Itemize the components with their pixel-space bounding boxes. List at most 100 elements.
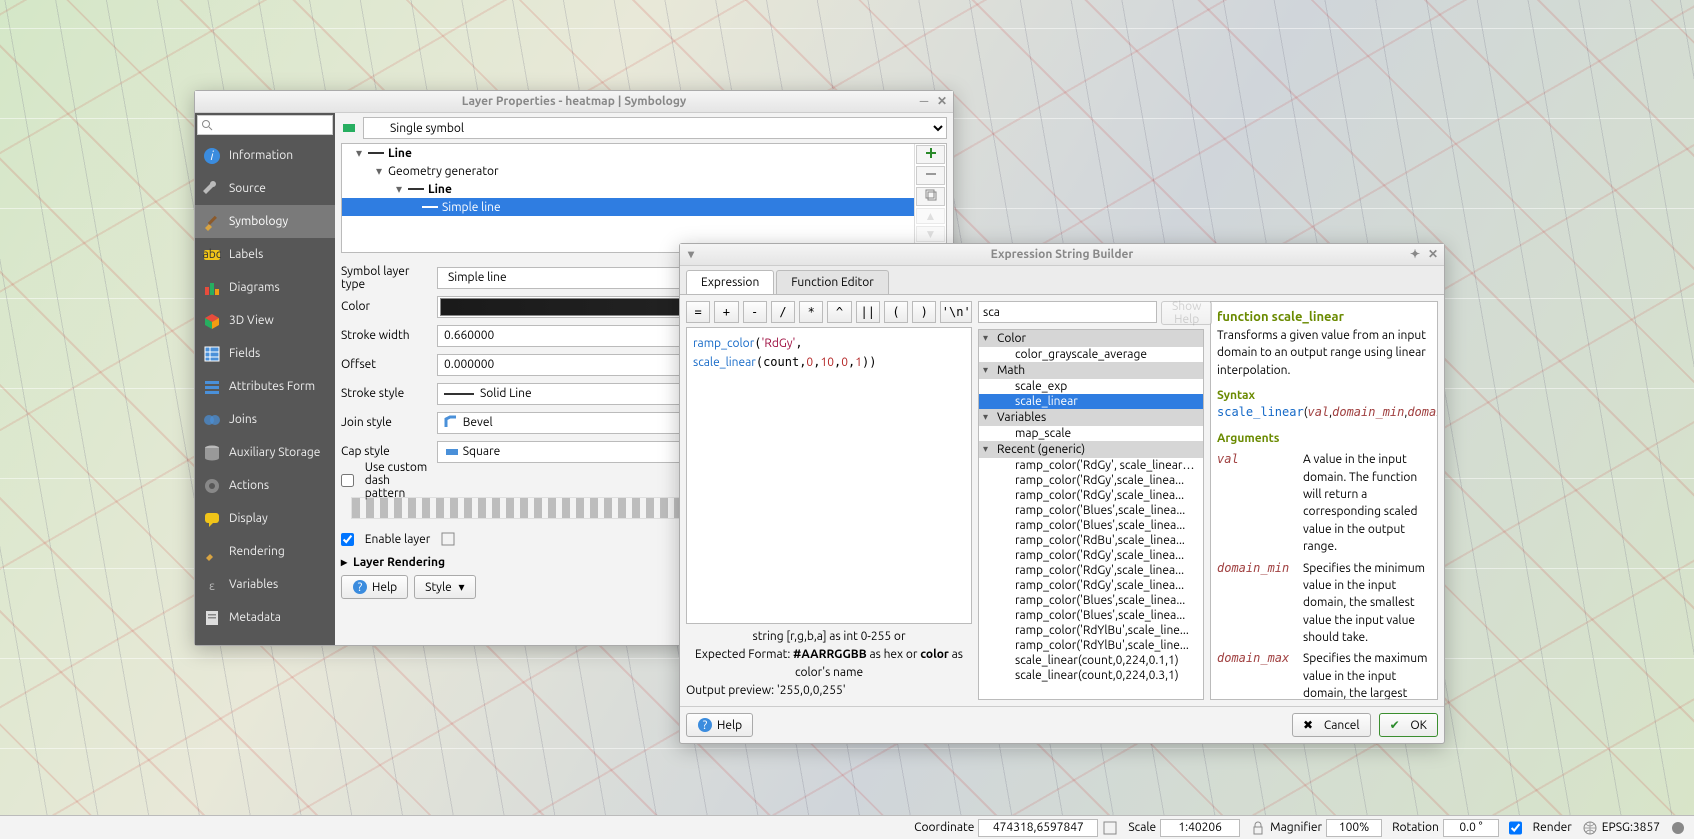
- scale-label: Scale: [1128, 821, 1156, 834]
- remove-symbol-button[interactable]: [916, 166, 945, 185]
- sidebar-item-3d-view[interactable]: 3D View: [195, 304, 335, 337]
- sidebar-item-labels[interactable]: abcLabels: [195, 238, 335, 271]
- rotation-input[interactable]: [1443, 819, 1499, 837]
- crs-label[interactable]: EPSG:3857: [1602, 821, 1660, 834]
- function-item[interactable]: ramp_color('RdGy',scale_linea...: [979, 578, 1203, 593]
- sidebar-item-attributes-form[interactable]: Attributes Form: [195, 370, 335, 403]
- op-newline[interactable]: '\n': [940, 301, 972, 323]
- layer-properties-titlebar[interactable]: Layer Properties - heatmap | Symbology ─…: [195, 91, 953, 113]
- joins-icon: [203, 411, 221, 429]
- messages-icon[interactable]: [1670, 820, 1686, 836]
- op-minus[interactable]: -: [743, 301, 767, 323]
- function-item[interactable]: scale_linear(count,0,224,0.1,1): [979, 653, 1203, 668]
- function-item[interactable]: ramp_color('RdGy',scale_linea...: [979, 488, 1203, 503]
- op-equals[interactable]: =: [686, 301, 710, 323]
- pin-icon[interactable]: ▾: [684, 247, 698, 261]
- restore-icon[interactable]: ✦: [1408, 247, 1422, 261]
- function-item[interactable]: ramp_color('RdGy',scale_linea...: [979, 473, 1203, 488]
- extents-icon[interactable]: [1102, 820, 1118, 836]
- coord-input[interactable]: [978, 819, 1098, 837]
- tab-function-editor[interactable]: Function Editor: [776, 270, 889, 294]
- function-item[interactable]: ramp_color('RdYlBu',scale_line...: [979, 623, 1203, 638]
- function-item[interactable]: ramp_color('RdGy',scale_linea...: [979, 563, 1203, 578]
- function-item[interactable]: ramp_color('Blues',scale_linea...: [979, 518, 1203, 533]
- arguments-table: valA value in the input domain. The func…: [1217, 451, 1431, 700]
- bevel-icon: [444, 415, 460, 431]
- op-lparen[interactable]: (: [884, 301, 908, 323]
- op-multiply[interactable]: *: [799, 301, 823, 323]
- sidebar-item-joins[interactable]: Joins: [195, 403, 335, 436]
- magnifier-input[interactable]: [1326, 819, 1382, 837]
- ok-button[interactable]: ✔ OK: [1379, 713, 1438, 737]
- symbol-type-select[interactable]: Single symbol: [363, 117, 947, 139]
- sidebar-item-auxiliary-storage[interactable]: Auxiliary Storage: [195, 436, 335, 469]
- function-item[interactable]: color_grayscale_average: [979, 347, 1203, 362]
- paintbrush-icon: [203, 543, 221, 561]
- plus-icon: [924, 146, 938, 160]
- expression-titlebar[interactable]: ▾ Expression String Builder ✦ ✕: [680, 244, 1444, 266]
- tree-row-selected[interactable]: Simple line: [342, 198, 914, 216]
- help-button[interactable]: ?Help: [341, 575, 408, 599]
- function-group[interactable]: Variables: [979, 409, 1203, 426]
- sidebar-item-variables[interactable]: εVariables: [195, 568, 335, 601]
- scale-input[interactable]: [1160, 819, 1240, 837]
- function-list[interactable]: Colorcolor_grayscale_averageMathscale_ex…: [978, 329, 1204, 700]
- sidebar-item-information[interactable]: iInformation: [195, 139, 335, 172]
- operator-toolbar: = + - / * ^ || ( ) '\n': [686, 301, 972, 323]
- function-item[interactable]: ramp_color('RdGy',scale_linea...: [979, 548, 1203, 563]
- close-icon[interactable]: ✕: [1426, 247, 1440, 261]
- function-item[interactable]: ramp_color('RdGy', scale_linear(count,0,…: [979, 458, 1203, 473]
- sidebar-item-source[interactable]: Source: [195, 172, 335, 205]
- cancel-button[interactable]: ✖ Cancel: [1292, 713, 1371, 737]
- sidebar-item-rendering[interactable]: Rendering: [195, 535, 335, 568]
- sidebar-item-symbology[interactable]: Symbology: [195, 205, 335, 238]
- duplicate-symbol-button[interactable]: [916, 187, 945, 206]
- line-icon: [408, 188, 424, 190]
- expression-editor[interactable]: ramp_color('RdGy', scale_linear(count,0,…: [686, 327, 972, 624]
- sidebar-item-display[interactable]: Display: [195, 502, 335, 535]
- function-item[interactable]: ramp_color('RdBu',scale_linea...: [979, 533, 1203, 548]
- tab-expression[interactable]: Expression: [686, 270, 774, 294]
- data-defined-icon[interactable]: [440, 531, 456, 547]
- custom-dash-check[interactable]: Use custom dash pattern: [341, 461, 429, 500]
- sidebar-label: Symbology: [229, 215, 288, 228]
- op-concat[interactable]: ||: [856, 301, 880, 323]
- op-divide[interactable]: /: [771, 301, 795, 323]
- sidebar-item-metadata[interactable]: Metadata: [195, 601, 335, 634]
- lock-icon[interactable]: [1250, 820, 1266, 836]
- function-item[interactable]: ramp_color('Blues',scale_linea...: [979, 503, 1203, 518]
- style-button[interactable]: Style ▾: [414, 575, 475, 599]
- crs-icon[interactable]: [1582, 820, 1598, 836]
- function-item[interactable]: map_scale: [979, 426, 1203, 441]
- function-group[interactable]: Recent (generic): [979, 441, 1203, 458]
- add-symbol-button[interactable]: [916, 145, 945, 164]
- tree-row[interactable]: ▾Line: [342, 144, 914, 162]
- function-item[interactable]: ramp_color('Blues',scale_linea...: [979, 608, 1203, 623]
- function-group[interactable]: Color: [979, 330, 1203, 347]
- minimize-icon[interactable]: ─: [917, 94, 931, 108]
- sidebar-item-actions[interactable]: Actions: [195, 469, 335, 502]
- sidebar-search-input[interactable]: [197, 115, 333, 135]
- op-plus[interactable]: +: [714, 301, 738, 323]
- sidebar-label: Attributes Form: [229, 380, 315, 393]
- function-search-input[interactable]: [978, 301, 1157, 323]
- op-power[interactable]: ^: [827, 301, 851, 323]
- coord-label: Coordinate: [914, 821, 974, 834]
- function-item[interactable]: scale_linear(count,0,224,0.3,1): [979, 668, 1203, 683]
- line-icon: [368, 152, 384, 154]
- function-item[interactable]: ramp_color('Blues',scale_linea...: [979, 593, 1203, 608]
- render-check[interactable]: Render: [1509, 819, 1572, 837]
- close-icon[interactable]: ✕: [935, 94, 949, 108]
- function-group[interactable]: Math: [979, 362, 1203, 379]
- function-item[interactable]: ramp_color('RdYlBu',scale_line...: [979, 638, 1203, 653]
- help-button[interactable]: ?Help: [686, 713, 753, 737]
- op-rparen[interactable]: ): [912, 301, 936, 323]
- sidebar-item-diagrams[interactable]: Diagrams: [195, 271, 335, 304]
- function-item[interactable]: scale_linear: [979, 394, 1203, 409]
- sidebar-item-fields[interactable]: Fields: [195, 337, 335, 370]
- enable-layer-check[interactable]: Enable layer: [341, 533, 430, 546]
- tree-row[interactable]: ▾Geometry generator: [342, 162, 914, 180]
- function-item[interactable]: scale_exp: [979, 379, 1203, 394]
- tooltip-icon: [203, 510, 221, 528]
- tree-row[interactable]: ▾Line: [342, 180, 914, 198]
